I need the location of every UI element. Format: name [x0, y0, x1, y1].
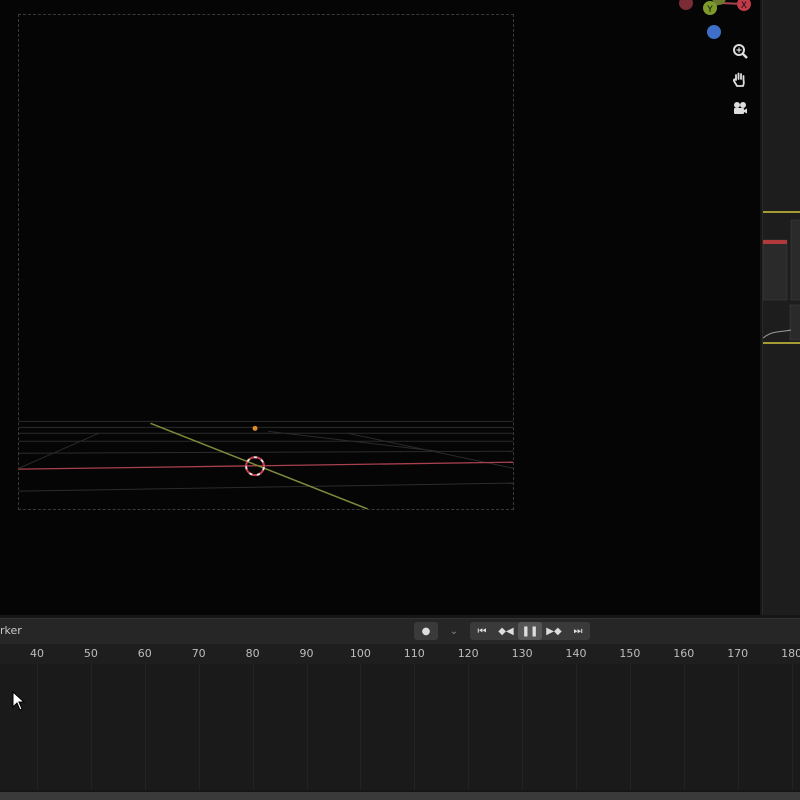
frame-gridline: [360, 664, 362, 790]
frame-tick-label: 40: [30, 647, 44, 660]
frame-tick-label: 170: [727, 647, 749, 660]
origin-dot: [252, 425, 258, 431]
frame-tick-label: 120: [457, 647, 479, 660]
3d-viewport[interactable]: Y X: [0, 0, 760, 615]
frame-tick-label: 80: [245, 647, 260, 660]
frame-tick-label: 180: [781, 647, 800, 660]
timeline-scrollbar[interactable]: [0, 792, 800, 800]
frame-tick-label: 150: [619, 647, 641, 660]
transport-group: ⏮ ◆◀ ❚❚ ▶◆ ⏭: [470, 622, 590, 640]
frame-gridline: [90, 664, 92, 790]
frame-gridline: [306, 664, 308, 790]
frame-tick-label: 70: [191, 647, 206, 660]
timeline-tracks[interactable]: [0, 664, 800, 790]
svg-text:Y: Y: [706, 5, 713, 15]
frame-gridline: [576, 664, 577, 790]
frame-tick-label: 50: [83, 647, 98, 660]
next-keyframe-icon[interactable]: ▶◆: [542, 622, 566, 640]
frame-tick-label: 100: [349, 647, 371, 660]
gizmo-neg-z: [707, 25, 721, 39]
jump-end-icon[interactable]: ⏭: [566, 622, 590, 640]
frame-gridline: [737, 664, 739, 790]
camera-icon[interactable]: [727, 95, 753, 121]
record-icon[interactable]: ●: [414, 622, 438, 640]
frame-gridline: [468, 664, 470, 790]
chevron-down-icon[interactable]: ⌄: [442, 622, 466, 640]
svg-text:X: X: [741, 1, 747, 11]
zoom-icon[interactable]: [727, 39, 753, 65]
frame-tick-label: 90: [299, 647, 314, 660]
frame-tick-label: 60: [137, 647, 152, 660]
gizmo-neg-x: [679, 0, 693, 10]
frame-gridline: [198, 664, 200, 790]
node-editor-panel[interactable]: [762, 0, 800, 615]
marker-menu[interactable]: rker: [0, 624, 22, 637]
frame-gridline: [414, 664, 416, 790]
timeline-header: rker ● ⌄ ⏮ ◆◀ ❚❚ ▶◆ ⏭: [0, 618, 800, 645]
mouse-pointer-icon: [12, 691, 26, 711]
frame-tick-label: 160: [673, 647, 695, 660]
jump-start-icon[interactable]: ⏮: [470, 622, 494, 640]
prev-keyframe-icon[interactable]: ◆◀: [494, 622, 518, 640]
frame-gridline: [144, 664, 146, 790]
pause-icon[interactable]: ❚❚: [518, 622, 542, 640]
playback-controls: ● ⌄ ⏮ ◆◀ ❚❚ ▶◆ ⏭: [414, 622, 590, 642]
frame-tick-label: 140: [565, 647, 587, 660]
frame-gridline: [522, 664, 524, 790]
frame-gridline: [629, 664, 631, 790]
frame-ruler[interactable]: 40 50 60 70 80 90 100 110 120 130 140 150 160 170 180: [0, 644, 800, 664]
camera-frame: [18, 14, 514, 510]
node-graph: [762, 211, 800, 344]
frame-gridline: [791, 664, 793, 790]
ground-grid: [19, 420, 513, 509]
frame-gridline: [683, 664, 685, 790]
frame-gridline: [37, 664, 38, 790]
y-axis-line: [150, 422, 368, 509]
hand-pan-icon[interactable]: [727, 67, 753, 93]
frame-tick-label: 130: [511, 647, 533, 660]
frame-tick-label: 110: [403, 647, 425, 660]
x-axis-line: [19, 461, 513, 470]
frame-gridline: [252, 664, 254, 790]
